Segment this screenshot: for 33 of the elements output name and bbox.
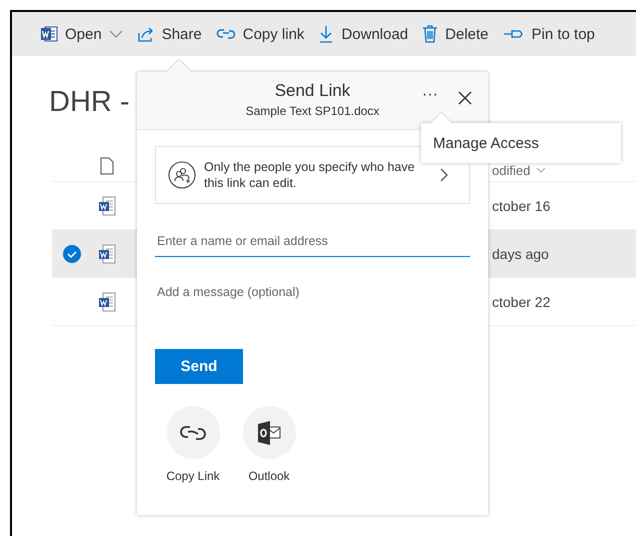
chevron-down-icon <box>536 167 546 173</box>
more-options-button[interactable]: ··· <box>420 86 440 104</box>
pin-icon <box>502 27 525 41</box>
toolbar-button[interactable]: Download <box>318 25 408 43</box>
close-icon <box>458 91 472 105</box>
close-button[interactable] <box>458 91 472 105</box>
send-button[interactable]: Send <box>155 349 243 384</box>
share-option[interactable]: Outlook <box>239 406 299 483</box>
modified-date: ctober 16 <box>492 198 550 214</box>
toolbar-button[interactable]: Delete <box>422 25 489 43</box>
dialog-title: Send Link <box>274 81 350 101</box>
people-icon <box>168 161 196 189</box>
word-document-icon <box>98 292 116 312</box>
checkmark-icon[interactable] <box>62 244 82 264</box>
trash-icon <box>422 25 438 43</box>
mail-app-icon <box>256 420 282 446</box>
toolbar-button[interactable]: Copy link <box>216 26 304 42</box>
share-icon <box>136 25 155 43</box>
word-document-icon <box>98 196 116 216</box>
modified-date: ctober 22 <box>492 294 550 310</box>
share-option[interactable]: Copy Link <box>163 406 223 483</box>
file-name: Sample Text SP101.docx <box>246 104 380 118</box>
download-icon <box>318 25 334 43</box>
link-icon <box>216 27 236 41</box>
word-document-icon <box>98 244 116 264</box>
toolbar-button[interactable]: Share <box>136 25 202 43</box>
word-document-icon <box>40 25 58 43</box>
toolbar-button[interactable]: Pin to top <box>502 26 595 42</box>
modified-date: days ago <box>492 246 549 262</box>
toolbar-button[interactable]: Open <box>40 25 123 43</box>
page-title: DHR - <box>49 85 129 120</box>
chevron-right-icon <box>440 168 448 182</box>
file-type-icon <box>100 156 114 174</box>
